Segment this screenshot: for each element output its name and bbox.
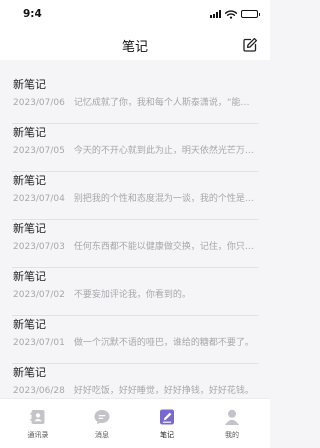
note-preview: 不要妄加评论我，你看到的。 bbox=[73, 290, 191, 300]
status-time: 9:4 bbox=[23, 8, 42, 20]
note-meta: 2023/07/03 任何东西都不能以健康做交换，记住，你只能… bbox=[13, 239, 258, 252]
note-item[interactable]: 新笔记 2023/07/05 今天的不开心就到此为止，明天依然光芒万丈… bbox=[0, 124, 270, 172]
page-title: 笔记 bbox=[121, 40, 148, 55]
edit-icon[interactable] bbox=[242, 37, 258, 53]
signal-icon bbox=[210, 10, 221, 18]
note-item[interactable]: 新笔记 2023/07/06 记忆成就了你，我和每个人斯泰潇说，“能够… bbox=[0, 76, 270, 124]
note-title: 新笔记 bbox=[13, 174, 46, 187]
note-date: 2023/07/03 bbox=[13, 242, 65, 252]
note-item[interactable]: 新笔记 2023/06/28 好好吃饭，好好睡觉，好好挣钱，好好花钱。 bbox=[0, 364, 270, 398]
note-item[interactable]: 新笔记 2023/07/02 不要妄加评论我，你看到的。 bbox=[0, 268, 270, 316]
note-date: 2023/07/05 bbox=[13, 146, 65, 156]
header: 笔记 bbox=[0, 30, 270, 60]
tab-label: 笔记 bbox=[160, 431, 174, 439]
status-icons bbox=[210, 9, 260, 19]
note-item[interactable]: 新笔记 2023/07/03 任何东西都不能以健康做交换，记住，你只能… bbox=[0, 220, 270, 268]
note-meta: 2023/07/05 今天的不开心就到此为止，明天依然光芒万丈… bbox=[13, 143, 258, 156]
tab-label: 我的 bbox=[225, 431, 239, 439]
tab-label: 消息 bbox=[95, 431, 109, 439]
note-date: 2023/06/28 bbox=[13, 386, 65, 396]
note-title: 新笔记 bbox=[13, 270, 46, 283]
tab-contacts[interactable]: 通讯录 bbox=[8, 399, 68, 448]
tab-notes[interactable]: 笔记 bbox=[137, 399, 197, 448]
note-preview: 好好吃饭，好好睡觉，好好挣钱，好好花钱。 bbox=[73, 386, 254, 396]
note-title: 新笔记 bbox=[13, 366, 46, 379]
tab-messages[interactable]: 消息 bbox=[72, 399, 132, 448]
note-meta: 2023/06/28 好好吃饭，好好睡觉，好好挣钱，好好花钱。 bbox=[13, 383, 258, 396]
message-icon bbox=[94, 410, 110, 425]
note-preview: 做一个沉默不语的哑巴，谁给的糖都不要了。 bbox=[73, 338, 254, 348]
note-title: 新笔记 bbox=[13, 222, 46, 235]
battery-icon bbox=[241, 10, 260, 18]
notes-icon bbox=[160, 409, 174, 425]
note-meta: 2023/07/01 做一个沉默不语的哑巴，谁给的糖都不要了。 bbox=[13, 335, 258, 348]
note-date: 2023/07/04 bbox=[13, 194, 65, 204]
note-preview: 记忆成就了你，我和每个人斯泰潇说，“能够… bbox=[73, 98, 258, 108]
note-preview: 任何东西都不能以健康做交换，记住，你只能… bbox=[73, 242, 258, 252]
note-title: 新笔记 bbox=[13, 126, 46, 139]
contacts-icon bbox=[30, 410, 45, 424]
tab-profile[interactable]: 我的 bbox=[202, 399, 262, 448]
note-meta: 2023/07/04 别把我的个性和态度混为一谈，我的个性是源… bbox=[13, 191, 258, 204]
status-bar: 9:4 bbox=[0, 0, 270, 30]
note-title: 新笔记 bbox=[13, 318, 46, 331]
note-date: 2023/07/02 bbox=[13, 290, 65, 300]
note-preview: 别把我的个性和态度混为一谈，我的个性是源… bbox=[73, 194, 258, 204]
note-date: 2023/07/01 bbox=[13, 338, 65, 348]
note-meta: 2023/07/02 不要妄加评论我，你看到的。 bbox=[13, 287, 258, 300]
tab-label: 通讯录 bbox=[27, 431, 49, 439]
wifi-icon bbox=[225, 9, 237, 19]
note-meta: 2023/07/06 记忆成就了你，我和每个人斯泰潇说，“能够… bbox=[13, 95, 258, 108]
tab-bar: 通讯录 消息 笔记 我的 bbox=[0, 398, 270, 448]
note-item[interactable]: 新笔记 2023/07/01 做一个沉默不语的哑巴，谁给的糖都不要了。 bbox=[0, 316, 270, 364]
note-item[interactable]: 新笔记 2023/07/04 别把我的个性和态度混为一谈，我的个性是源… bbox=[0, 172, 270, 220]
note-title: 新笔记 bbox=[13, 78, 46, 91]
profile-icon bbox=[224, 409, 240, 425]
note-date: 2023/07/06 bbox=[13, 98, 65, 108]
note-list: 新笔记 2023/07/06 记忆成就了你，我和每个人斯泰潇说，“能够… 新笔记 … bbox=[0, 60, 270, 398]
note-preview: 今天的不开心就到此为止，明天依然光芒万丈… bbox=[73, 146, 258, 156]
